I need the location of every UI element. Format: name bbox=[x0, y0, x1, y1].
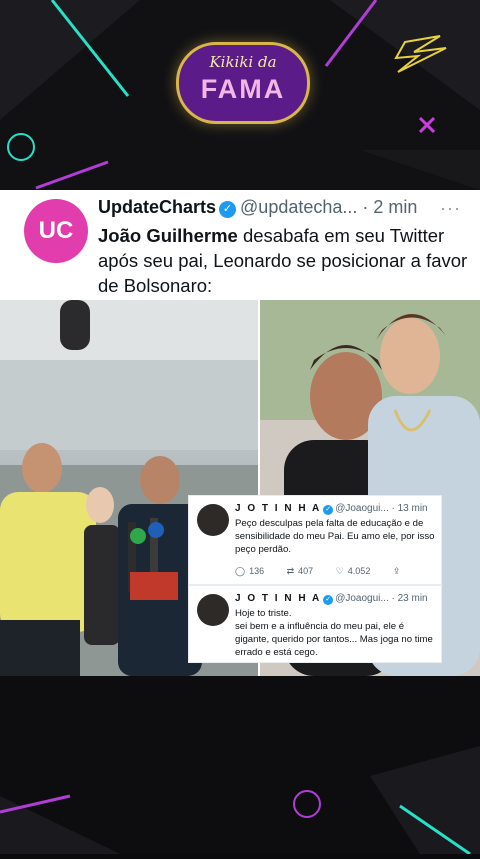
embedded-author-name[interactable]: J O T I N H A bbox=[235, 593, 321, 604]
tweet-time[interactable]: · 2 min bbox=[362, 197, 417, 217]
embedded-actions: ◯ 136 ⇄ 407 ♡ 4.052 ⇪ bbox=[235, 566, 424, 577]
kikiki-da-fama-logo: Kikiki da FAMA bbox=[176, 42, 310, 124]
embedded-tweet-2[interactable]: J O T I N H A ✓ @Joaogui... · 23 min Hoje … bbox=[188, 585, 442, 663]
tweet-header: UC UpdateCharts ✓ @updatecha... · 2 min ··… bbox=[0, 190, 480, 302]
embedded-time[interactable]: · 23 min bbox=[392, 593, 428, 604]
embedded-tweet-text: Hoje to triste. sei bem e a influência d… bbox=[235, 608, 433, 658]
verified-badge-icon: ✓ bbox=[219, 201, 237, 218]
circle-decoration bbox=[7, 133, 35, 161]
reply-count: 136 bbox=[249, 566, 265, 576]
reply-action[interactable]: ◯ 136 bbox=[235, 566, 264, 576]
avatar[interactable]: UC bbox=[24, 199, 88, 263]
avatar-text: UC bbox=[38, 217, 74, 244]
tweet-text: João Guilherme desabafa em seu Twitter a… bbox=[98, 223, 468, 298]
like-action[interactable]: ♡ 4.052 bbox=[336, 566, 371, 576]
retweet-icon: ⇄ bbox=[286, 566, 295, 576]
logo-top-text: Kikiki da bbox=[209, 53, 277, 71]
embedded-time[interactable]: · 13 min bbox=[392, 503, 428, 514]
decorative-shapes-bottom bbox=[0, 746, 480, 856]
tweet-text-bold: João Guilherme bbox=[98, 225, 238, 246]
embedded-tweet-1[interactable]: J O T I N H A ✓ @Joaogui... · 13 min Peço … bbox=[188, 495, 442, 585]
bottom-decoration bbox=[0, 676, 480, 856]
share-action[interactable]: ⇪ bbox=[393, 566, 405, 576]
reply-icon: ◯ bbox=[235, 566, 246, 576]
embedded-avatar[interactable] bbox=[197, 504, 229, 536]
tweet-card: UC UpdateCharts ✓ @updatecha... · 2 min ··… bbox=[0, 190, 480, 676]
logo-main-text: FAMA bbox=[200, 74, 286, 104]
embedded-handle[interactable]: @Joaogui... bbox=[335, 593, 389, 604]
verified-badge-icon: ✓ bbox=[323, 505, 334, 515]
heart-icon: ♡ bbox=[335, 566, 344, 576]
circle-decoration bbox=[293, 790, 321, 818]
more-options-icon[interactable]: ··· bbox=[440, 198, 461, 219]
tweet-author-line: UpdateCharts ✓ @updatecha... · 2 min bbox=[98, 197, 417, 218]
author-handle[interactable]: @updatecha... bbox=[240, 197, 357, 217]
share-icon: ⇪ bbox=[392, 566, 401, 576]
embedded-tweet-text: Peço desculpas pela falta de educação e … bbox=[235, 518, 435, 555]
embedded-author-line: J O T I N H A ✓ @Joaogui... · 13 min bbox=[235, 503, 428, 515]
verified-badge-icon: ✓ bbox=[323, 595, 334, 605]
embedded-avatar[interactable] bbox=[197, 594, 229, 626]
embedded-author-name[interactable]: J O T I N H A bbox=[235, 503, 321, 514]
retweet-action[interactable]: ⇄ 407 bbox=[287, 566, 314, 576]
embedded-author-line: J O T I N H A ✓ @Joaogui... · 23 min bbox=[235, 593, 428, 605]
author-name[interactable]: UpdateCharts bbox=[98, 197, 216, 217]
retweet-count: 407 bbox=[298, 566, 314, 576]
embedded-handle[interactable]: @Joaogui... bbox=[335, 503, 389, 514]
like-count: 4.052 bbox=[347, 566, 371, 576]
